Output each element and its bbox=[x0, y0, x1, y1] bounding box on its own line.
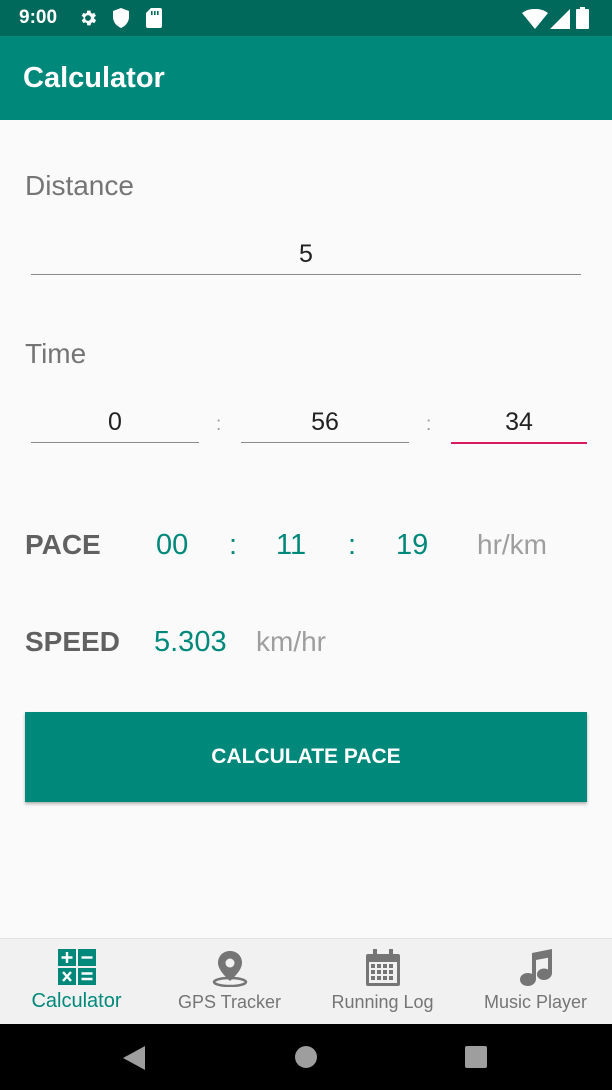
app-bar: Calculator bbox=[0, 36, 612, 120]
wifi-icon bbox=[522, 8, 548, 34]
status-bar: 9:00 bbox=[0, 0, 612, 36]
pace-unit: hr/km bbox=[477, 529, 547, 560]
speed-unit: km/hr bbox=[256, 626, 326, 657]
pace-separator: : bbox=[348, 529, 357, 561]
calculator-icon bbox=[57, 949, 96, 990]
location-pin-icon bbox=[212, 949, 248, 992]
time-separator: : bbox=[426, 414, 432, 435]
speed-value: 5.303 bbox=[154, 626, 227, 658]
pace-hours: 00 bbox=[156, 529, 189, 561]
pace-separator: : bbox=[229, 529, 238, 561]
battery-icon bbox=[576, 7, 589, 34]
distance-label: Distance bbox=[25, 170, 134, 201]
nav-item-gps-tracker[interactable]: GPS Tracker bbox=[153, 939, 306, 1025]
page-title: Calculator bbox=[23, 62, 165, 94]
bottom-navigation: Calculator GPS Tracker Running Log Music… bbox=[0, 938, 612, 1025]
pace-minutes: 11 bbox=[276, 529, 307, 561]
music-note-icon bbox=[518, 949, 554, 992]
time-separator: : bbox=[216, 414, 222, 435]
cell-signal-icon bbox=[550, 9, 570, 34]
nav-label: Calculator bbox=[31, 990, 122, 1012]
system-navigation-bar bbox=[0, 1024, 612, 1090]
nav-label: Music Player bbox=[483, 992, 588, 1012]
speed-label: SPEED bbox=[25, 626, 120, 657]
nav-label: Running Log bbox=[331, 992, 434, 1012]
nav-label: GPS Tracker bbox=[177, 992, 282, 1012]
time-label: Time bbox=[25, 338, 87, 369]
nav-item-running-log[interactable]: Running Log bbox=[306, 939, 459, 1025]
pace-label: PACE bbox=[25, 529, 101, 560]
seconds-input[interactable]: 34 bbox=[451, 402, 587, 444]
calendar-icon bbox=[365, 949, 401, 992]
recents-icon[interactable] bbox=[465, 1046, 487, 1073]
hours-input[interactable]: 0 bbox=[31, 402, 199, 443]
nav-item-calculator[interactable]: Calculator bbox=[0, 939, 153, 1025]
sd-card-icon bbox=[146, 8, 162, 33]
status-time: 9:00 bbox=[19, 7, 58, 28]
distance-input[interactable]: 5 bbox=[31, 234, 581, 275]
pace-seconds: 19 bbox=[396, 529, 429, 561]
shield-icon bbox=[112, 8, 130, 33]
minutes-input[interactable]: 56 bbox=[241, 402, 409, 443]
settings-gear-icon bbox=[78, 8, 98, 33]
nav-item-music-player[interactable]: Music Player bbox=[459, 939, 612, 1025]
back-icon[interactable] bbox=[123, 1046, 145, 1075]
calculate-pace-button[interactable]: CALCULATE PACE bbox=[25, 712, 587, 802]
home-icon[interactable] bbox=[295, 1046, 317, 1073]
